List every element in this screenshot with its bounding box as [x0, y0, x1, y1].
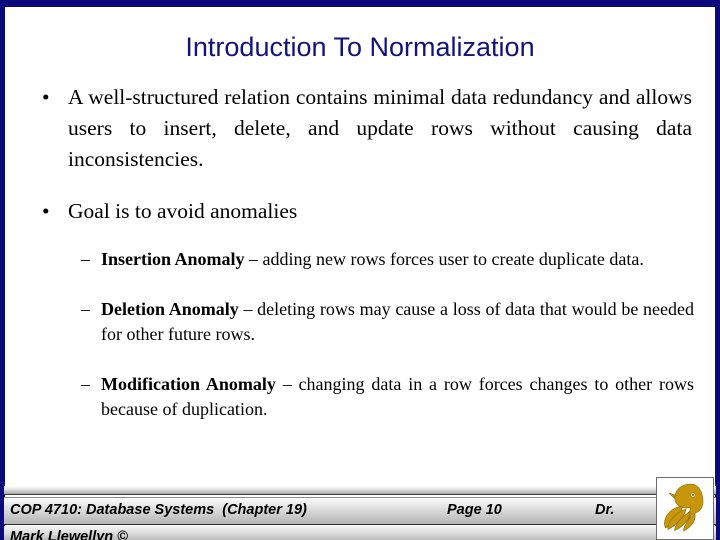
footer-page-number: Page 10	[447, 502, 502, 518]
footer-author-label: Mark Llewellyn ©	[10, 529, 128, 540]
bullet-marker: •	[42, 85, 50, 109]
pegasus-icon	[664, 483, 704, 532]
bullet-text: A well-structured relation contains mini…	[68, 85, 692, 171]
slide-title: Introduction To Normalization	[185, 32, 535, 62]
footer-top-strip	[4, 486, 716, 495]
sub-bullet-lead: Deletion Anomaly	[101, 299, 239, 319]
slide-footer: COP 4710: Database Systems (Chapter 19) …	[0, 477, 720, 540]
footer-course-label: COP 4710: Database Systems (Chapter 19)	[10, 502, 307, 518]
sub-bullet-marker: –	[81, 374, 90, 394]
sub-bullet-item: – Insertion Anomaly – adding new rows fo…	[0, 247, 720, 272]
ucf-pegasus-logo	[656, 477, 714, 540]
bullet-item: • Goal is to avoid anomalies	[0, 196, 720, 227]
sub-bullet-lead: Modification Anomaly	[101, 374, 276, 394]
bullet-text: Goal is to avoid anomalies	[68, 199, 298, 223]
sub-bullet-text: – adding new rows forces user to create …	[244, 249, 644, 269]
sub-bullet-item: – Deletion Anomaly – deleting rows may c…	[0, 297, 720, 347]
sub-bullet-lead: Insertion Anomaly	[101, 249, 245, 269]
bullet-item: • A well-structured relation contains mi…	[0, 82, 720, 175]
slide-body: • A well-structured relation contains mi…	[0, 82, 720, 422]
sub-bullet-marker: –	[81, 299, 90, 319]
slide-canvas: Introduction To Normalization • A well-s…	[0, 0, 720, 540]
bullet-marker: •	[42, 199, 50, 223]
sub-bullet-item: – Modification Anomaly – changing data i…	[0, 372, 720, 422]
footer-instructor-prefix: Dr.	[595, 502, 615, 518]
sub-bullet-marker: –	[81, 249, 90, 269]
slide-border-top	[0, 0, 720, 7]
